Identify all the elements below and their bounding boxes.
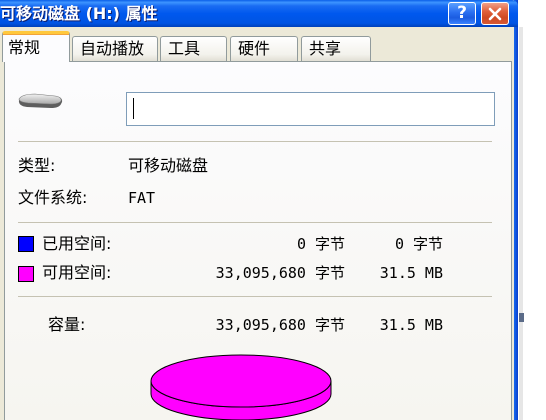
used-space-label: 已用空间:: [42, 234, 112, 253]
divider-top: [18, 141, 492, 142]
background-scrollbar-mark: [519, 313, 524, 322]
divider-middle: [18, 222, 492, 223]
free-space-size: 31.5 MB: [379, 264, 443, 282]
file-system-value: FAT: [128, 189, 156, 207]
general-tab-page: 类型: 可移动磁盘 文件系统: FAT 已用空间: 0 字节 0 字节 可用空间…: [4, 61, 512, 420]
tab-general[interactable]: 常规: [2, 31, 70, 62]
free-space-label: 可用空间:: [42, 263, 112, 282]
type-value: 可移动磁盘: [128, 156, 209, 175]
free-space-bytes: 33,095,680 字节: [215, 264, 345, 282]
free-space-swatch: [18, 266, 34, 282]
tab-autoplay[interactable]: 自动播放: [72, 36, 158, 62]
file-system-label: 文件系统:: [18, 188, 88, 207]
close-button[interactable]: [481, 2, 509, 25]
title-bar[interactable]: 可移动磁盘 (H:) 属性 ?: [0, 0, 518, 27]
close-icon: [488, 7, 502, 20]
text-caret: [133, 98, 134, 119]
window-frame-right: [514, 0, 518, 420]
help-icon: ?: [457, 3, 467, 23]
used-space-size: 0 字节: [394, 235, 443, 253]
used-space-bytes: 0 字节: [296, 235, 345, 253]
used-space-swatch: [18, 236, 34, 252]
disk-usage-pie-chart: [150, 354, 332, 420]
properties-dialog: 可移动磁盘 (H:) 属性 ? 常规 自动播放 工具 硬件 共享 类型: 可移动…: [0, 0, 518, 420]
type-label: 类型:: [18, 156, 56, 175]
tab-hardware[interactable]: 硬件: [230, 36, 298, 62]
background-window-edge: [519, 27, 523, 420]
divider-bottom: [18, 296, 492, 297]
volume-label-input[interactable]: [126, 92, 495, 126]
tab-sharing[interactable]: 共享: [301, 36, 371, 62]
capacity-bytes: 33,095,680 字节: [215, 316, 345, 334]
tab-tools[interactable]: 工具: [160, 36, 227, 62]
removable-drive-icon: [18, 93, 63, 108]
help-button[interactable]: ?: [448, 2, 476, 25]
pie-top-free: [150, 354, 332, 408]
capacity-label: 容量:: [48, 315, 86, 334]
window-title: 可移动磁盘 (H:) 属性: [0, 4, 158, 23]
capacity-size: 31.5 MB: [379, 316, 443, 334]
